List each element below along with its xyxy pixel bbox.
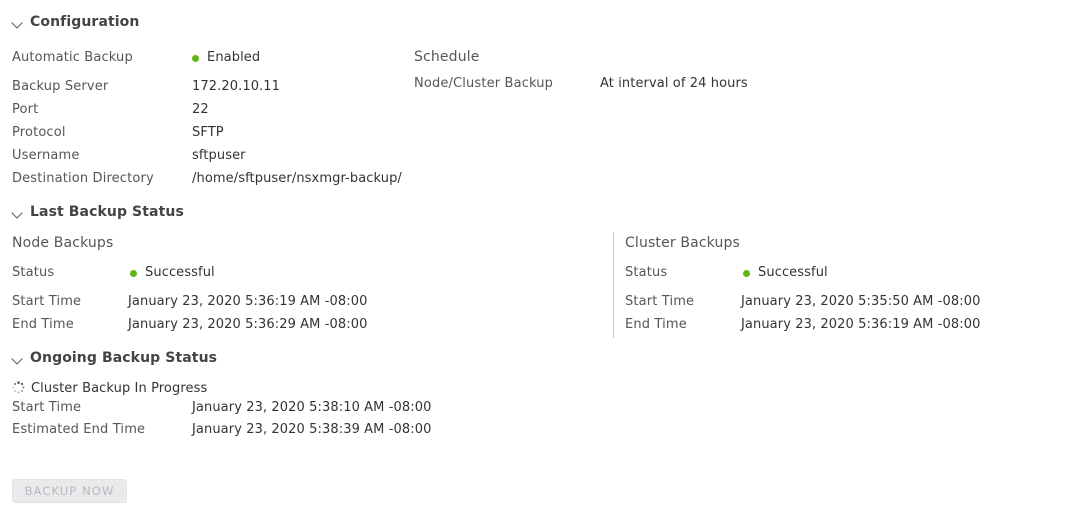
status-dot-green bbox=[192, 54, 199, 62]
cluster-backup-label-start-time: Start Time bbox=[625, 294, 695, 309]
section-header-ongoing-backup-status[interactable]: Ongoing Backup Status bbox=[12, 350, 217, 366]
backup-now-button[interactable]: Backup Now bbox=[12, 479, 127, 503]
cluster-backup-row-status: Status Successful bbox=[625, 265, 828, 281]
chevron-down-icon bbox=[12, 353, 23, 364]
config-value-protocol: SFTP bbox=[192, 125, 224, 140]
cluster-backup-value-status-text: Successful bbox=[758, 265, 828, 280]
cluster-backup-row-end-time: End Time January 23, 2020 5:36:19 AM -08… bbox=[625, 317, 980, 333]
config-label-backup-server: Backup Server bbox=[12, 79, 109, 94]
config-value-backup-server: 172.20.10.11 bbox=[192, 79, 281, 94]
schedule-label-node-cluster-backup: Node/Cluster Backup bbox=[414, 76, 554, 91]
cluster-backup-value-end-time: January 23, 2020 5:36:19 AM -08:00 bbox=[741, 317, 981, 332]
config-label-protocol: Protocol bbox=[12, 125, 66, 140]
config-row-destination-directory: Destination Directory /home/sftpuser/nsx… bbox=[12, 171, 402, 187]
column-divider bbox=[613, 232, 614, 338]
node-backup-label-end-time: End Time bbox=[12, 317, 74, 332]
node-backup-value-start-time: January 23, 2020 5:36:19 AM -08:00 bbox=[128, 294, 368, 309]
node-backup-value-status-text: Successful bbox=[145, 265, 215, 280]
section-title-last-backup-status: Last Backup Status bbox=[30, 204, 184, 220]
node-backup-label-status: Status bbox=[12, 265, 55, 280]
ongoing-label-estimated-end-time: Estimated End Time bbox=[12, 422, 146, 437]
cluster-backups-title: Cluster Backups bbox=[625, 235, 741, 251]
node-backups-title: Node Backups bbox=[12, 235, 114, 251]
node-backup-value-status: Successful bbox=[130, 265, 215, 282]
cluster-backup-label-end-time: End Time bbox=[625, 317, 687, 332]
config-label-automatic-backup: Automatic Backup bbox=[12, 50, 133, 65]
node-backup-label-start-time: Start Time bbox=[12, 294, 82, 309]
ongoing-progress-title: Cluster Backup In Progress bbox=[31, 381, 208, 396]
cluster-backup-value-status: Successful bbox=[743, 265, 828, 282]
cluster-backup-value-start-time: January 23, 2020 5:35:50 AM -08:00 bbox=[741, 294, 981, 309]
section-header-last-backup-status[interactable]: Last Backup Status bbox=[12, 204, 184, 220]
chevron-down-icon bbox=[12, 207, 23, 218]
config-value-automatic-backup-text: Enabled bbox=[207, 50, 261, 65]
config-value-port: 22 bbox=[192, 102, 209, 117]
ongoing-value-estimated-end-time: January 23, 2020 5:38:39 AM -08:00 bbox=[192, 422, 432, 437]
config-value-username: sftpuser bbox=[192, 148, 246, 163]
schedule-row-node-cluster-backup: Node/Cluster Backup At interval of 24 ho… bbox=[414, 76, 748, 92]
loading-spinner-icon bbox=[12, 381, 25, 394]
status-dot-green bbox=[130, 269, 137, 277]
ongoing-row-start-time: Start Time January 23, 2020 5:38:10 AM -… bbox=[12, 400, 431, 416]
section-title-configuration: Configuration bbox=[30, 14, 140, 30]
config-label-port: Port bbox=[12, 102, 39, 117]
schedule-title: Schedule bbox=[414, 49, 480, 65]
section-header-configuration[interactable]: Configuration bbox=[12, 14, 139, 30]
node-backup-row-end-time: End Time January 23, 2020 5:36:29 AM -08… bbox=[12, 317, 367, 333]
schedule-value-node-cluster-backup: At interval of 24 hours bbox=[600, 76, 748, 91]
config-row-backup-server: Backup Server 172.20.10.11 bbox=[12, 79, 280, 95]
node-backup-row-start-time: Start Time January 23, 2020 5:36:19 AM -… bbox=[12, 294, 367, 310]
cluster-backup-label-status: Status bbox=[625, 265, 668, 280]
config-label-username: Username bbox=[12, 148, 80, 163]
status-dot-green bbox=[743, 269, 750, 277]
config-value-destination-directory: /home/sftpuser/nsxmgr-backup/ bbox=[192, 171, 402, 186]
ongoing-label-start-time: Start Time bbox=[12, 400, 82, 415]
node-backup-value-end-time: January 23, 2020 5:36:29 AM -08:00 bbox=[128, 317, 368, 332]
section-title-ongoing-backup-status: Ongoing Backup Status bbox=[30, 350, 218, 366]
config-row-port: Port 22 bbox=[12, 102, 209, 118]
config-row-protocol: Protocol SFTP bbox=[12, 125, 224, 141]
chevron-down-icon bbox=[12, 17, 23, 28]
config-row-automatic-backup: Automatic Backup Enabled bbox=[12, 50, 260, 66]
config-row-username: Username sftpuser bbox=[12, 148, 246, 164]
cluster-backup-row-start-time: Start Time January 23, 2020 5:35:50 AM -… bbox=[625, 294, 980, 310]
ongoing-value-start-time: January 23, 2020 5:38:10 AM -08:00 bbox=[192, 400, 432, 415]
config-label-destination-directory: Destination Directory bbox=[12, 171, 154, 186]
node-backup-row-status: Status Successful bbox=[12, 265, 215, 281]
config-value-automatic-backup: Enabled bbox=[192, 50, 260, 67]
ongoing-row-estimated-end-time: Estimated End Time January 23, 2020 5:38… bbox=[12, 422, 431, 438]
